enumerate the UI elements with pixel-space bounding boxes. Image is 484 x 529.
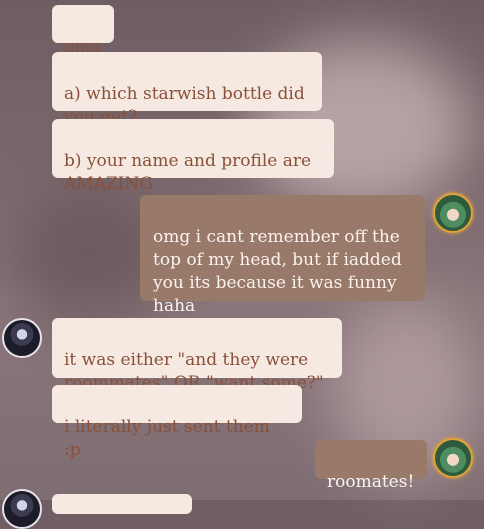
message-bubble-outgoing[interactable]: roomates! (315, 440, 427, 492)
message-bubble-incoming[interactable]: omg (52, 5, 114, 57)
message-bubble-incoming[interactable] (52, 494, 192, 514)
message-bubble-incoming[interactable]: i literally just sent them :p (52, 385, 302, 460)
message-text: i literally just sent them :p (64, 417, 270, 460)
message-bubble-outgoing[interactable]: omg i cant remember off the top of my he… (140, 195, 425, 316)
contact-avatar-icon[interactable] (433, 438, 473, 478)
message-bubble-incoming[interactable]: it was either "and they were roommates" … (52, 318, 342, 393)
contact-avatar-icon[interactable] (2, 489, 42, 529)
message-text: omg i cant remember off the top of my he… (153, 227, 402, 316)
message-bubble-incoming[interactable]: b) your name and profile are AMAZING (52, 119, 334, 194)
message-bubble-incoming[interactable]: a) which starwish bottle did you get? (52, 52, 322, 127)
message-text: roomates! (327, 472, 415, 492)
message-text: b) your name and profile are AMAZING (64, 151, 312, 194)
contact-avatar-icon[interactable] (433, 193, 473, 233)
contact-avatar-icon[interactable] (2, 318, 42, 358)
